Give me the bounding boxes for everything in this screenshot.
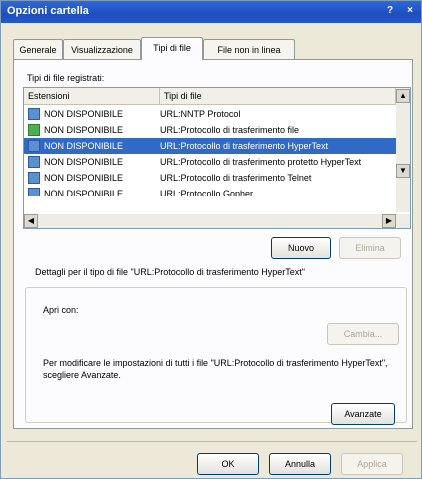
opens-with-label: Apri con: — [43, 305, 79, 315]
tab-view[interactable]: Visualizzazione — [63, 39, 141, 59]
file-type-icon — [28, 124, 40, 136]
details-heading: Dettagli per il tipo di file "URL:Protoc… — [35, 267, 305, 277]
list-item-extension: NON DISPONIBILE — [44, 189, 124, 196]
scroll-up-icon[interactable]: ▲ — [396, 89, 410, 103]
list-item[interactable]: NON DISPONIBILE URL:Protocollo di trasfe… — [24, 170, 396, 186]
advanced-button[interactable]: Avanzate — [331, 403, 395, 425]
list-item[interactable]: NON DISPONIBILE URL:NNTP Protocol — [24, 106, 396, 122]
details-description: Per modificare le impostazioni di tutti … — [43, 358, 388, 380]
folder-options-dialog: Opzioni cartella ? × Generale Visualizza… — [0, 0, 422, 479]
list-item-type: URL:Protocollo Gopher — [160, 189, 254, 196]
window-title: Opzioni cartella — [7, 5, 89, 17]
horizontal-scrollbar[interactable]: ◀ ▶ — [24, 214, 410, 228]
registered-types-label: Tipi di file registrati: — [27, 73, 105, 83]
list-item-extension: NON DISPONIBILE — [44, 141, 124, 151]
list-item-extension: NON DISPONIBILE — [44, 125, 124, 135]
new-button[interactable]: Nuovo — [271, 237, 331, 259]
column-extensions[interactable]: Estensioni — [24, 88, 160, 104]
list-item-type: URL:NNTP Protocol — [160, 109, 241, 119]
vertical-scrollbar[interactable]: ▼ — [396, 104, 410, 212]
title-bar[interactable]: Opzioni cartella ? × — [1, 1, 421, 23]
file-type-icon — [28, 140, 40, 152]
delete-button[interactable]: Elimina — [339, 237, 401, 259]
column-file-types[interactable]: Tipi di file — [160, 88, 396, 104]
apply-button[interactable]: Applica — [341, 453, 403, 475]
tab-offline-files[interactable]: File non in linea — [203, 39, 295, 59]
ok-button[interactable]: OK — [197, 453, 259, 475]
file-type-icon — [28, 172, 40, 184]
list-item-extension: NON DISPONIBILE — [44, 109, 124, 119]
list-item-extension: NON DISPONIBILE — [44, 157, 124, 167]
list-item[interactable]: NON DISPONIBILE URL:Protocollo di trasfe… — [24, 154, 396, 170]
change-button[interactable]: Cambia... — [327, 323, 399, 345]
scroll-right-icon[interactable]: ▶ — [382, 214, 396, 228]
scroll-down-icon[interactable]: ▼ — [396, 164, 410, 178]
list-item-type: URL:Protocollo di trasferimento file — [160, 125, 300, 135]
list-item-type: URL:Protocollo di trasferimento protetto… — [160, 157, 362, 167]
file-type-icon — [28, 188, 40, 196]
file-types-list[interactable]: Estensioni Tipi di file ▲ NON DISPONIBIL… — [23, 87, 411, 229]
list-item[interactable]: NON DISPONIBILE URL:Protocollo Gopher — [24, 186, 396, 196]
list-header: Estensioni Tipi di file ▲ — [24, 88, 410, 105]
cancel-button[interactable]: Annulla — [269, 453, 331, 475]
file-type-icon — [28, 108, 40, 120]
help-button[interactable]: ? — [383, 4, 397, 18]
scroll-left-icon[interactable]: ◀ — [24, 214, 38, 228]
footer-divider — [7, 441, 417, 442]
list-item-selected[interactable]: NON DISPONIBILE URL:Protocollo di trasfe… — [24, 138, 396, 154]
list-item-extension: NON DISPONIBILE — [44, 173, 124, 183]
tab-file-types[interactable]: Tipi di file — [141, 37, 203, 60]
list-item-type: URL:Protocollo di trasferimento HyperTex… — [160, 141, 329, 151]
tab-general[interactable]: Generale — [13, 39, 63, 59]
close-button[interactable]: × — [403, 4, 417, 18]
list-item[interactable]: NON DISPONIBILE URL:Protocollo di trasfe… — [24, 122, 396, 138]
file-type-icon — [28, 156, 40, 168]
list-item-type: URL:Protocollo di trasferimento Telnet — [160, 173, 312, 183]
